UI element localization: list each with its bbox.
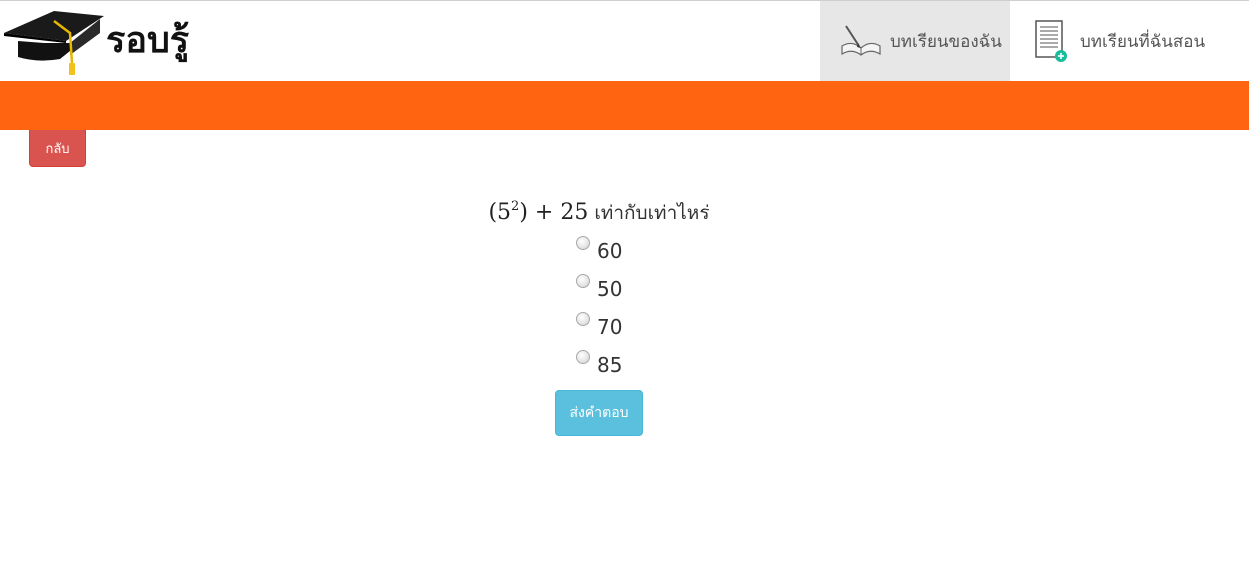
math-base: 5 bbox=[497, 200, 512, 225]
answer-option[interactable]: 85 bbox=[576, 350, 622, 380]
answer-label: 60 bbox=[597, 239, 623, 263]
answer-radio[interactable] bbox=[576, 312, 590, 326]
document-add-icon bbox=[1035, 20, 1067, 62]
question-text: (52) + 25 เท่ากับเท่าไหร่ bbox=[0, 190, 1198, 230]
answer-label: 70 bbox=[597, 315, 623, 339]
answer-option[interactable]: 60 bbox=[576, 236, 622, 266]
nav-my-lessons-label: บทเรียนของฉัน bbox=[890, 31, 1002, 52]
brand-name: รอบรู้ bbox=[106, 20, 190, 61]
back-button[interactable]: กลับ bbox=[29, 130, 86, 167]
open-book-icon bbox=[841, 25, 881, 56]
math-exponent: 2 bbox=[511, 199, 520, 214]
math-rest: + 25 bbox=[534, 200, 589, 225]
nav-lessons-i-teach-label: บทเรียนที่ฉันสอน bbox=[1080, 31, 1206, 52]
nav-lessons-i-teach[interactable]: บทเรียนที่ฉันสอน bbox=[1010, 1, 1249, 81]
navbar: รอบรู้ บทเรียนของฉัน บทเรียนที่ฉันสอน bbox=[0, 1, 1249, 81]
answer-label: 85 bbox=[597, 353, 623, 377]
question-label: เท่ากับเท่าไหร่ bbox=[594, 202, 710, 224]
orange-header-bar bbox=[0, 81, 1249, 130]
answer-option[interactable]: 50 bbox=[576, 274, 622, 304]
answer-radio[interactable] bbox=[576, 236, 590, 250]
answer-radio[interactable] bbox=[576, 350, 590, 364]
nav-my-lessons[interactable]: บทเรียนของฉัน bbox=[820, 1, 1010, 81]
answer-label: 50 bbox=[597, 277, 623, 301]
answer-option[interactable]: 70 bbox=[576, 312, 622, 342]
brand-logo-link[interactable]: รอบรู้ bbox=[4, 11, 194, 77]
submit-answer-button[interactable]: ส่งคำตอบ bbox=[555, 390, 643, 436]
graduation-cap-icon bbox=[4, 11, 104, 75]
question-math: (52) + 25 bbox=[488, 199, 589, 225]
answer-radio[interactable] bbox=[576, 274, 590, 288]
